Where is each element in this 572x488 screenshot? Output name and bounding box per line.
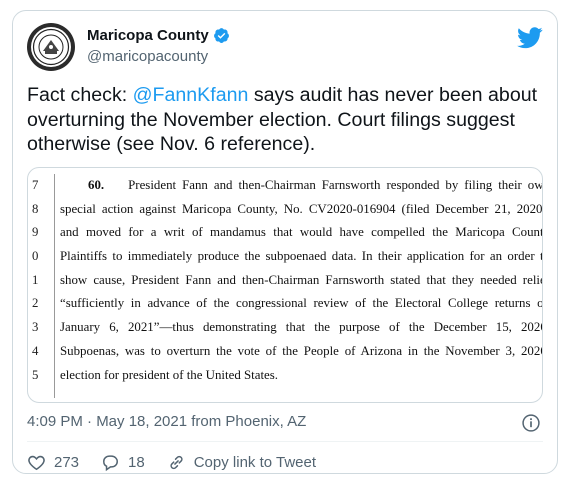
tweet-text: Fact check: @FannKfann says audit has ne…	[27, 83, 547, 157]
paragraph-number: 60.	[88, 178, 105, 192]
line-number: 9	[32, 225, 39, 240]
info-icon[interactable]	[521, 413, 541, 433]
filing-line: show cause, President Fann and then-Chai…	[60, 272, 543, 287]
reply-button[interactable]: 18	[101, 453, 145, 472]
link-icon	[170, 455, 183, 470]
filing-line: January 6, 2021”—thus demonstrating that…	[60, 320, 543, 335]
display-name-row[interactable]: Maricopa County	[87, 27, 230, 44]
filing-line: Subpoenas, was to overturn the vote of t…	[60, 343, 543, 358]
like-button[interactable]: 273	[27, 453, 79, 472]
twitter-bird-icon[interactable]	[517, 27, 543, 49]
line-number: 8	[32, 201, 39, 216]
filing-line: 60. President Fann and then-Chairman Farn…	[60, 174, 543, 198]
line-number: 7	[32, 178, 39, 192]
county-seal-avatar-icon[interactable]	[27, 23, 75, 71]
action-bar: 273 18 Copy link to Tweet	[27, 453, 338, 472]
reply-bubble-icon	[103, 455, 119, 472]
line-number-column: 7 8 9 0 1 2 3 4 5	[28, 174, 55, 398]
like-count: 273	[54, 454, 80, 471]
line-number: 3	[32, 320, 39, 335]
reply-count: 18	[128, 454, 145, 471]
filing-line: and moved for a writ of mandamus that wo…	[60, 225, 543, 240]
line-number: 5	[32, 367, 39, 382]
tweet-card: Maricopa County @maricopacounty Fact che…	[12, 10, 558, 474]
tweet-text-start: Fact check:	[27, 84, 133, 106]
user-handle[interactable]: @maricopacounty	[87, 48, 208, 65]
like-heart-icon	[28, 455, 45, 471]
filing-line: special action against Maricopa County, …	[60, 201, 543, 216]
filing-line: Plaintiffs to immediately produce the su…	[60, 249, 543, 264]
court-filing-page: 7 8 9 0 1 2 3 4 5 60. President Fann and …	[28, 174, 542, 398]
line-number: 1	[32, 272, 39, 287]
copy-link-label: Copy link to Tweet	[193, 454, 317, 471]
filing-line-text: President Fann and then-Chairman Farnswo…	[128, 178, 543, 192]
verified-badge-icon	[213, 28, 229, 43]
filing-line: “sufficiently in advance of the congress…	[60, 296, 543, 311]
line-number: 0	[32, 249, 39, 264]
tweet-timestamp[interactable]: 4:09 PM · May 18, 2021 from Phoenix, AZ	[27, 413, 306, 430]
copy-link-button[interactable]: Copy link to Tweet	[167, 453, 316, 472]
divider	[27, 441, 543, 442]
filing-paragraph: 60. President Fann and then-Chairman Farn…	[60, 174, 543, 387]
line-number: 2	[32, 296, 39, 311]
filing-line: election for president of the United Sta…	[60, 367, 279, 382]
mention-link[interactable]: @FannKfann	[133, 84, 249, 106]
line-number: 4	[32, 343, 39, 358]
display-name[interactable]: Maricopa County	[87, 27, 209, 44]
court-filing-image[interactable]: 7 8 9 0 1 2 3 4 5 60. President Fann and …	[27, 167, 543, 403]
